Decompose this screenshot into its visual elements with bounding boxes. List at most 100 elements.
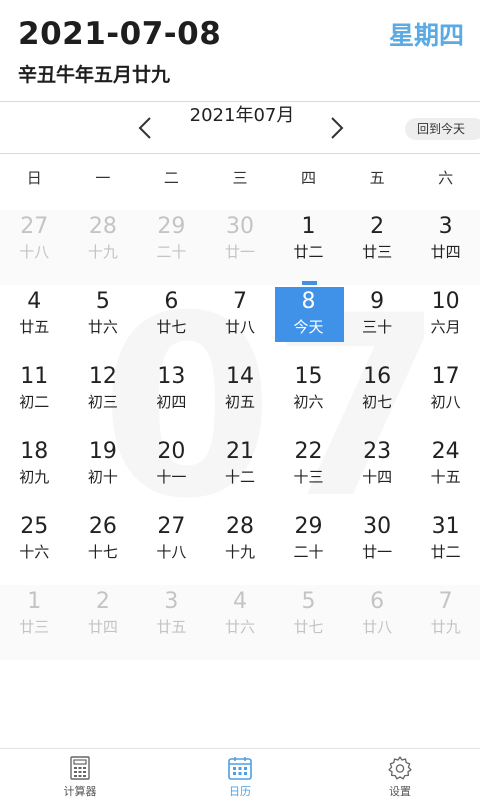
calendar-day[interactable]: 16 初七 bbox=[343, 360, 412, 435]
calendar-day[interactable]: 12 初三 bbox=[69, 360, 138, 435]
lunar-day: 十四 bbox=[362, 468, 393, 486]
day-number: 6 bbox=[164, 289, 179, 314]
calendar-day[interactable]: 22 十三 bbox=[274, 435, 343, 510]
calendar-day[interactable]: 23 十四 bbox=[343, 435, 412, 510]
lunar-day: 十三 bbox=[293, 468, 324, 486]
lunar-day: 廿二 bbox=[430, 543, 461, 561]
calendar-day[interactable]: 9 三十 bbox=[343, 285, 412, 360]
calendar-day[interactable]: 6 廿七 bbox=[137, 285, 206, 360]
calendar-day[interactable]: 1 廿三 bbox=[0, 585, 69, 660]
day-number: 22 bbox=[294, 439, 323, 464]
calendar-day[interactable]: 1 廿二 bbox=[274, 210, 343, 285]
header: 2021-07-08 星期四 辛丑牛年五月廿九 bbox=[0, 0, 480, 100]
day-number: 1 bbox=[301, 214, 316, 239]
calendar-day[interactable]: 10 六月 bbox=[411, 285, 480, 360]
calendar-day[interactable]: 2 廿三 bbox=[343, 210, 412, 285]
calendar-day[interactable]: 5 廿六 bbox=[69, 285, 138, 360]
day-number: 23 bbox=[363, 439, 392, 464]
day-number: 7 bbox=[232, 289, 247, 314]
calendar-day[interactable]: 28 十九 bbox=[69, 210, 138, 285]
lunar-day: 廿九 bbox=[430, 618, 461, 636]
calendar-grid: 27 十八 28 十九 29 二十 30 廿一 1 廿二 2 廿三 3 廿四 4 廿五 5 廿六 6 廿七 7 廿八 8 今天… bbox=[0, 210, 480, 660]
calendar-day[interactable]: 11 初二 bbox=[0, 360, 69, 435]
day-number: 15 bbox=[294, 364, 323, 389]
calendar-day[interactable]: 3 廿五 bbox=[137, 585, 206, 660]
day-number: 25 bbox=[20, 514, 49, 539]
calendar-day[interactable]: 7 廿九 bbox=[411, 585, 480, 660]
calendar-day[interactable]: 4 廿六 bbox=[206, 585, 275, 660]
lunar-day: 初七 bbox=[362, 393, 393, 411]
today-marker bbox=[302, 281, 317, 285]
next-month-button[interactable] bbox=[325, 114, 349, 142]
calendar-day[interactable]: 18 初九 bbox=[0, 435, 69, 510]
lunar-day: 二十 bbox=[293, 543, 324, 561]
tab-label: 日历 bbox=[229, 785, 251, 798]
back-to-today-button[interactable]: 回到今天 bbox=[405, 118, 480, 140]
calendar-day[interactable]: 3 廿四 bbox=[411, 210, 480, 285]
lunar-day: 廿一 bbox=[362, 543, 393, 561]
calendar-day[interactable]: 5 廿七 bbox=[274, 585, 343, 660]
calendar-day[interactable]: 25 十六 bbox=[0, 510, 69, 585]
calendar-day[interactable]: 21 十二 bbox=[206, 435, 275, 510]
tab-label: 计算器 bbox=[63, 785, 97, 798]
day-number: 1 bbox=[27, 589, 42, 614]
lunar-day: 廿八 bbox=[224, 318, 255, 336]
calendar-day[interactable]: 28 十九 bbox=[206, 510, 275, 585]
calendar-day[interactable]: 29 二十 bbox=[137, 210, 206, 285]
calendar-day[interactable]: 27 十八 bbox=[0, 210, 69, 285]
day-number: 3 bbox=[164, 589, 179, 614]
calendar-day[interactable]: 26 十七 bbox=[69, 510, 138, 585]
lunar-day: 十九 bbox=[87, 243, 118, 261]
calendar-day[interactable]: 4 廿五 bbox=[0, 285, 69, 360]
calendar-day[interactable]: 30 廿一 bbox=[206, 210, 275, 285]
calendar-day[interactable]: 15 初六 bbox=[274, 360, 343, 435]
day-number: 4 bbox=[27, 289, 42, 314]
calendar-day[interactable]: 29 二十 bbox=[274, 510, 343, 585]
day-number: 9 bbox=[370, 289, 385, 314]
header-divider bbox=[0, 101, 480, 102]
day-number: 31 bbox=[431, 514, 460, 539]
calendar-icon bbox=[228, 757, 252, 780]
tab-settings[interactable]: 设置 bbox=[320, 749, 480, 801]
prev-month-button[interactable] bbox=[133, 114, 157, 142]
day-number: 14 bbox=[225, 364, 254, 389]
lunar-day: 十九 bbox=[224, 543, 255, 561]
day-number: 11 bbox=[20, 364, 49, 389]
month-title: 2021年07月 bbox=[189, 105, 295, 126]
lunar-day: 廿三 bbox=[19, 618, 50, 636]
tab-calculator[interactable]: 计算器 bbox=[0, 749, 160, 801]
calendar-day[interactable]: 13 初四 bbox=[137, 360, 206, 435]
calendar-day[interactable]: 31 廿二 bbox=[411, 510, 480, 585]
lunar-day: 初六 bbox=[293, 393, 324, 411]
day-number: 4 bbox=[232, 589, 247, 614]
calendar-week-row: 25 十六 26 十七 27 十八 28 十九 29 二十 30 廿一 31 廿二 bbox=[0, 510, 480, 585]
lunar-day: 廿五 bbox=[156, 618, 187, 636]
lunar-day: 十一 bbox=[156, 468, 187, 486]
calendar-day[interactable]: 19 初十 bbox=[69, 435, 138, 510]
day-number: 27 bbox=[20, 214, 49, 239]
lunar-day: 十二 bbox=[224, 468, 255, 486]
lunar-day: 廿六 bbox=[87, 318, 118, 336]
calendar-day[interactable]: 27 十八 bbox=[137, 510, 206, 585]
lunar-day: 廿三 bbox=[362, 243, 393, 261]
tab-calendar[interactable]: 日历 bbox=[160, 749, 320, 801]
lunar-day: 廿一 bbox=[224, 243, 255, 261]
calendar-day[interactable]: 14 初五 bbox=[206, 360, 275, 435]
calendar-week-row: 18 初九 19 初十 20 十一 21 十二 22 十三 23 十四 24 十五 bbox=[0, 435, 480, 510]
nav-divider bbox=[0, 153, 480, 154]
day-number: 30 bbox=[363, 514, 392, 539]
calendar-day[interactable]: 7 廿八 bbox=[206, 285, 275, 360]
calendar-day[interactable]: 20 十一 bbox=[137, 435, 206, 510]
calendar-day[interactable]: 2 廿四 bbox=[69, 585, 138, 660]
calculator-icon bbox=[70, 756, 90, 780]
lunar-day: 初九 bbox=[19, 468, 50, 486]
day-number: 10 bbox=[431, 289, 460, 314]
calendar-day[interactable]: 30 廿一 bbox=[343, 510, 412, 585]
calendar-day[interactable]: 6 廿八 bbox=[343, 585, 412, 660]
calendar-day[interactable]: 17 初八 bbox=[411, 360, 480, 435]
calendar-day[interactable]: 24 十五 bbox=[411, 435, 480, 510]
lunar-day: 十五 bbox=[430, 468, 461, 486]
lunar-day: 初三 bbox=[87, 393, 118, 411]
calendar-day-today[interactable]: 8 今天 bbox=[274, 285, 343, 360]
day-number: 2 bbox=[370, 214, 385, 239]
